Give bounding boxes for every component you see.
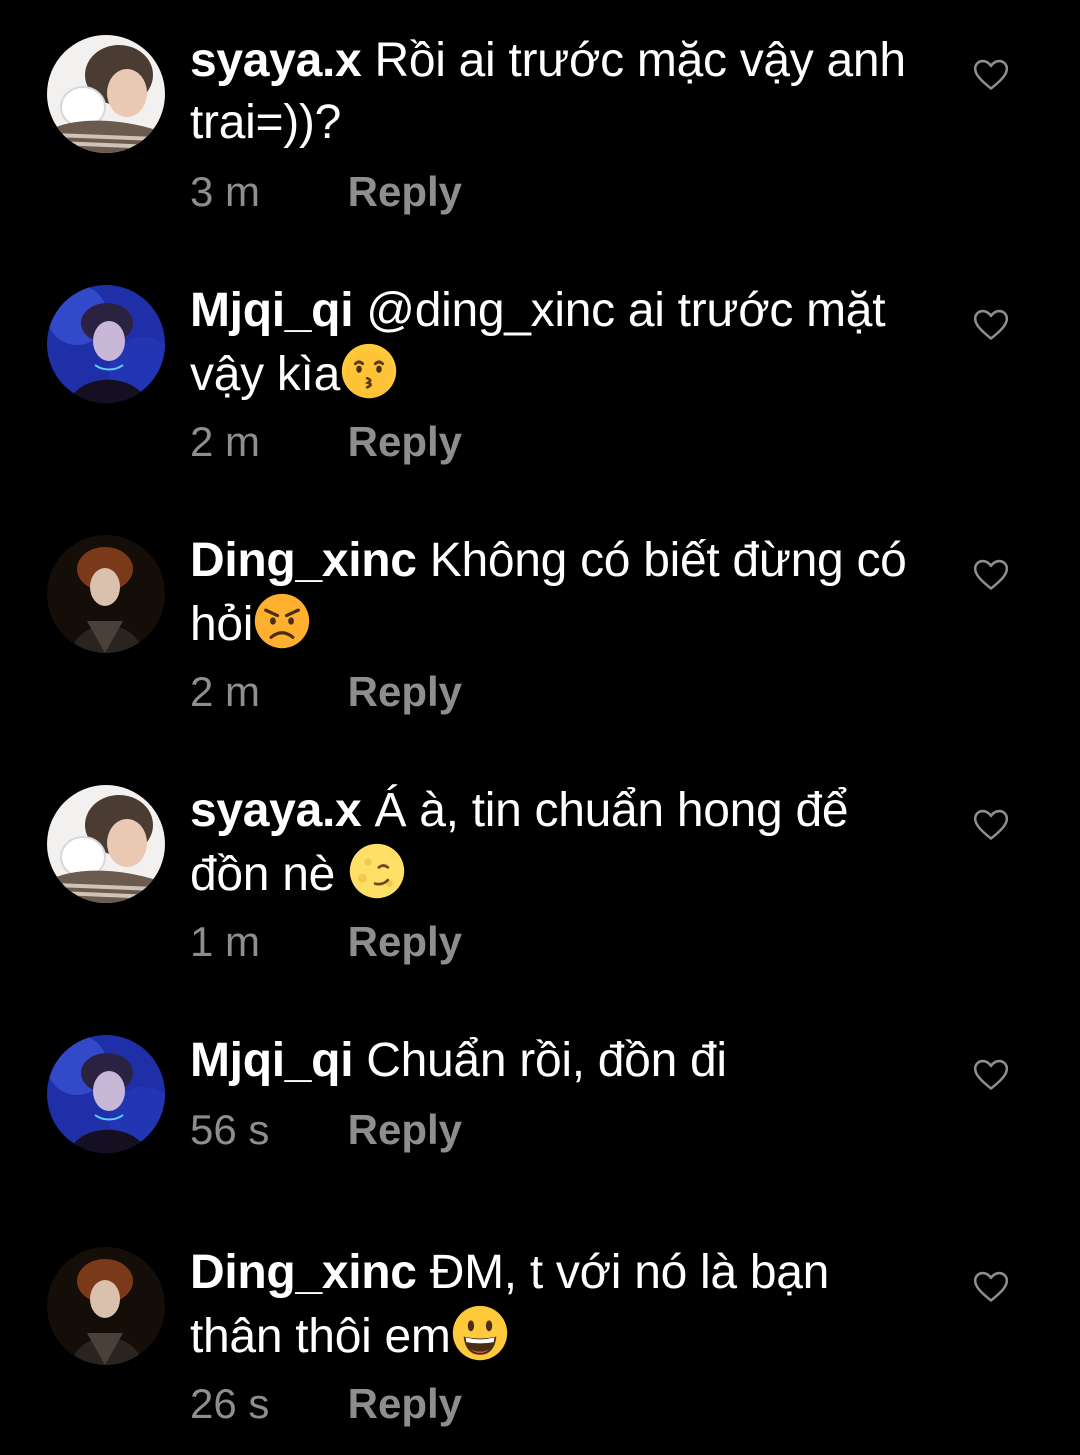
comment-meta: 56 s Reply [190, 1106, 462, 1154]
like-button[interactable] [972, 1268, 1010, 1306]
comment-text-block: syaya.x Á à, tin chuẩn hong để đồn nè [190, 780, 920, 906]
comment-username[interactable]: syaya.x [190, 784, 362, 837]
heart-outline-icon [972, 56, 1010, 94]
avatar-dark-icon [47, 535, 165, 653]
comment-text: Chuẩn rồi, đồn đi [366, 1034, 727, 1087]
comment-username[interactable]: Mjqi_qi [190, 284, 354, 337]
like-button[interactable] [972, 806, 1010, 844]
comment-username[interactable]: Ding_xinc [190, 534, 417, 587]
comment-username[interactable]: Mjqi_qi [190, 1034, 354, 1087]
heart-outline-icon [972, 1268, 1010, 1306]
reply-button[interactable]: Reply [348, 1106, 462, 1153]
comment-meta: 26 s Reply [190, 1380, 462, 1428]
avatar-dark-icon [47, 1247, 165, 1365]
comment-time: 26 s [190, 1380, 270, 1427]
comment-meta: 1 m Reply [190, 918, 462, 966]
comment-text-block: Ding_xinc ĐM, t với nó là bạn thân thôi … [190, 1242, 920, 1368]
avatar[interactable] [47, 535, 165, 653]
comment-time: 2 m [190, 668, 261, 715]
comment-text-block: Ding_xinc Không có biết đừng có hỏi [190, 530, 920, 656]
angry-face-icon [253, 592, 311, 650]
avatar[interactable] [47, 1035, 165, 1153]
comment-time: 56 s [190, 1106, 270, 1153]
reply-button[interactable]: Reply [348, 918, 462, 965]
like-button[interactable] [972, 1056, 1010, 1094]
comment-meta: 2 m Reply [190, 418, 462, 466]
grinning-face-icon [451, 1304, 509, 1362]
comment-meta: 2 m Reply [190, 668, 462, 716]
avatar-girl-icon [47, 785, 165, 903]
like-button[interactable] [972, 306, 1010, 344]
comment-meta: 3 m Reply [190, 168, 462, 216]
reply-button[interactable]: Reply [348, 418, 462, 465]
kissing-face-icon [340, 342, 398, 400]
avatar[interactable] [47, 1247, 165, 1365]
heart-outline-icon [972, 556, 1010, 594]
avatar-girl-icon [47, 35, 165, 153]
comment-time: 1 m [190, 918, 261, 965]
heart-outline-icon [972, 806, 1010, 844]
reply-button[interactable]: Reply [348, 1380, 462, 1427]
like-button[interactable] [972, 556, 1010, 594]
comment-time: 2 m [190, 418, 261, 465]
reply-button[interactable]: Reply [348, 168, 462, 215]
like-button[interactable] [972, 56, 1010, 94]
comment-username[interactable]: Ding_xinc [190, 1246, 417, 1299]
comment-text-block: Mjqi_qi @ding_xinc ai trước mặt vậy kìa [190, 280, 920, 406]
heart-outline-icon [972, 306, 1010, 344]
avatar-blue-icon [47, 285, 165, 403]
moon-face-icon [348, 842, 406, 900]
comment-text-block: Mjqi_qi Chuẩn rồi, đồn đi [190, 1030, 920, 1092]
avatar[interactable] [47, 785, 165, 903]
reply-button[interactable]: Reply [348, 668, 462, 715]
avatar-blue-icon [47, 1035, 165, 1153]
comment-username[interactable]: syaya.x [190, 34, 362, 87]
comment-text-block: syaya.x Rồi ai trước mặc vậy anh trai=))… [190, 30, 920, 154]
heart-outline-icon [972, 1056, 1010, 1094]
comment-time: 3 m [190, 168, 261, 215]
avatar[interactable] [47, 35, 165, 153]
avatar[interactable] [47, 285, 165, 403]
